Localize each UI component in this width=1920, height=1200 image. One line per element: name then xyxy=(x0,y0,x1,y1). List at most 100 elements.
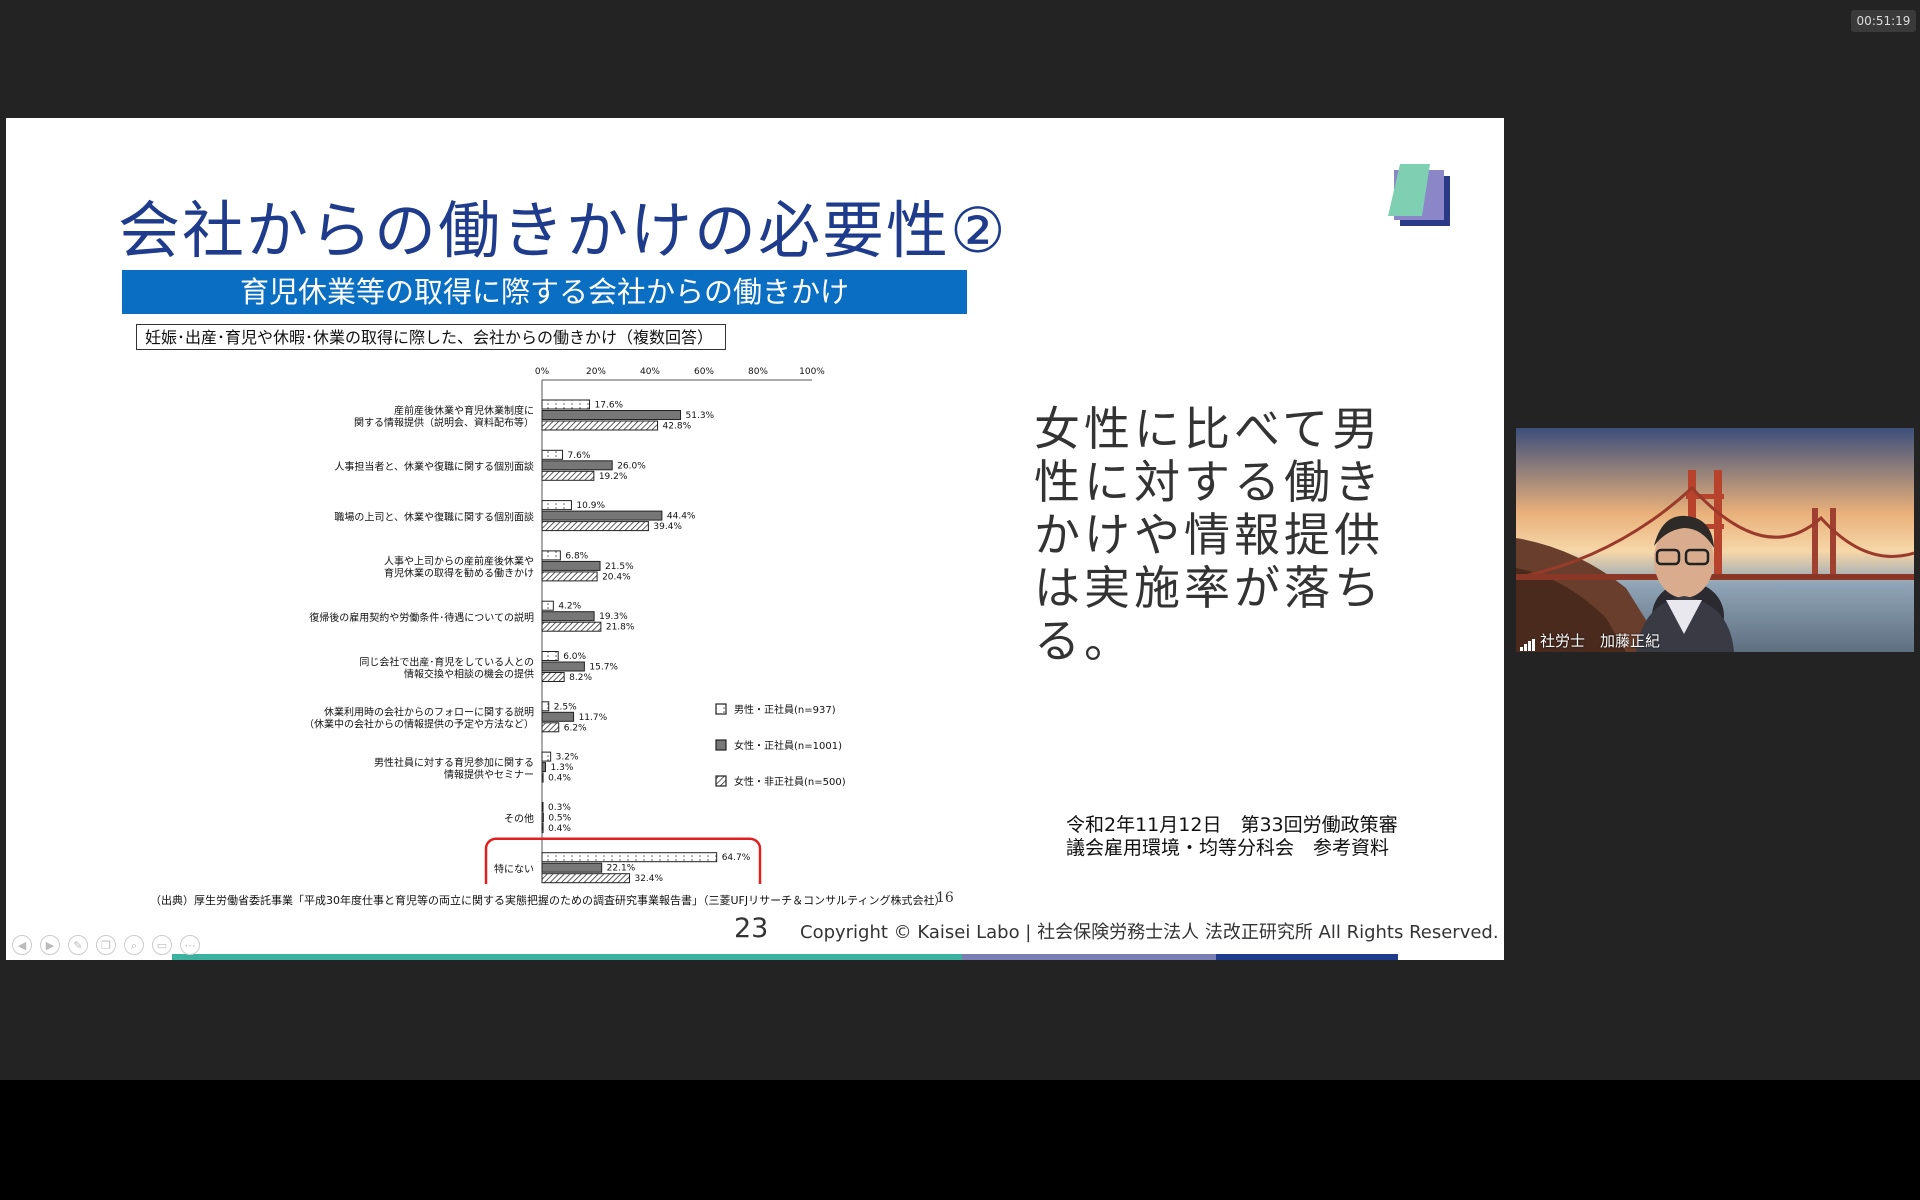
data-label: 64.7% xyxy=(722,853,751,863)
bar-3 xyxy=(541,621,602,632)
bar-1 xyxy=(541,550,561,561)
bar-2 xyxy=(541,762,547,773)
data-label: 17.6% xyxy=(595,401,624,411)
bar-3 xyxy=(541,521,649,532)
data-label: 0.3% xyxy=(548,803,571,813)
bar-3 xyxy=(541,722,560,733)
data-label: 32.4% xyxy=(634,874,663,884)
category-label: 同じ会社で出産･育児をしている人との xyxy=(359,655,534,668)
slide-page-number: 23 xyxy=(734,913,769,944)
category-label: 職場の上司と、休業や復職に関する個別面談 xyxy=(334,510,534,523)
copy-icon[interactable]: ❐ xyxy=(96,935,116,955)
screen-bottom-strip xyxy=(0,1080,1920,1200)
legend-label: 女性・正社員(n=1001) xyxy=(734,739,842,752)
inner-page-number: 16 xyxy=(936,890,954,906)
data-label: 0.4% xyxy=(548,824,571,834)
category-label: 情報交換や相談の機会の提供 xyxy=(404,667,534,680)
data-label: 22.1% xyxy=(607,864,636,874)
footer-bar-navy xyxy=(1216,954,1398,960)
bar-2 xyxy=(541,560,601,571)
bar-2 xyxy=(541,661,585,672)
bar-3 xyxy=(541,672,565,682)
footer-color-bar xyxy=(172,954,1398,960)
reference-line-1: 令和2年11月12日 第33回労働政策審 xyxy=(1066,814,1398,836)
slide-title: 会社からの働きかけの必要性② xyxy=(118,194,1008,267)
data-label: 20.4% xyxy=(602,572,631,582)
data-label: 15.7% xyxy=(589,663,618,673)
data-label: 21.8% xyxy=(606,623,635,633)
participant-name: 社労士 加藤正紀 xyxy=(1540,632,1661,650)
data-label: 4.2% xyxy=(558,602,581,612)
bar-1 xyxy=(541,600,554,611)
data-label: 42.8% xyxy=(663,422,692,432)
screen-icon[interactable]: ▭ xyxy=(152,935,172,955)
category-label: 特にない xyxy=(494,863,534,875)
pen-icon[interactable]: ✎ xyxy=(68,935,88,955)
bar-chart: 0% 20% 40% 60% 80% 100% 産前産後休業や育児休業制度に関する情報提供（… xyxy=(304,367,846,884)
legend-label: 女性・非正社員(n=500) xyxy=(734,775,846,788)
previous-slide-icon[interactable]: ◀ xyxy=(12,935,32,955)
bar-3 xyxy=(541,470,595,481)
category-label: 人事や上司からの産前産後休業や xyxy=(384,555,534,568)
chart-subtitle: 妊娠･出産･育児や休暇･休業の取得に際した、会社からの働きかけ（複数回答） xyxy=(136,324,726,350)
x-tick-label: 40% xyxy=(640,367,660,377)
data-label: 39.4% xyxy=(653,522,682,532)
bar-2 xyxy=(541,510,663,521)
bar-1 xyxy=(541,852,718,863)
legend-swatch xyxy=(715,739,727,751)
bar-1 xyxy=(541,801,544,812)
shared-slide: 会社からの働きかけの必要性② 育児休業等の取得に際する会社からの働きかけ 妊娠･… xyxy=(6,118,1504,960)
footer-bar-purple xyxy=(962,954,1216,960)
chart-source: （出典）厚生労働省委託事業「平成30年度仕事と育児等の両立に関する実態把握のため… xyxy=(150,894,946,907)
data-label: 44.4% xyxy=(667,512,696,522)
slide-toolbar: ◀ ▶ ✎ ❐ ⌕ ▭ ⋯ xyxy=(12,934,208,955)
participant-video[interactable]: 社労士 加藤正紀 xyxy=(1516,428,1914,652)
data-label: 10.9% xyxy=(576,501,605,511)
data-label: 6.0% xyxy=(563,652,586,662)
reference-line-2: 議会雇用環境・均等分科会 参考資料 xyxy=(1066,837,1390,859)
data-label: 3.2% xyxy=(556,753,579,763)
bar-1 xyxy=(541,751,552,762)
bar-1 xyxy=(541,449,564,460)
x-tick-label: 80% xyxy=(748,367,768,377)
copyright-text: Copyright © Kaisei Labo | 社会保険労務士法人 法改正研… xyxy=(800,922,1499,943)
elapsed-timer: 00:51:19 xyxy=(1851,10,1916,32)
legend-label: 男性・正社員(n=937) xyxy=(734,703,836,716)
bar-3 xyxy=(541,822,544,833)
bar-3 xyxy=(541,873,630,884)
data-label: 7.6% xyxy=(568,451,591,461)
brand-logo xyxy=(1388,164,1450,226)
slide-comment: 女性に比べて男性に対する働きかけや情報提供は実施率が落ちる。 xyxy=(1034,402,1384,668)
data-label: 2.5% xyxy=(554,702,577,712)
legend-swatch xyxy=(715,775,727,787)
data-label: 11.7% xyxy=(579,713,608,723)
data-label: 0.5% xyxy=(548,813,571,823)
data-label: 8.2% xyxy=(569,673,592,683)
category-label: その他 xyxy=(504,812,534,825)
chart-header: 育児休業等の取得に際する会社からの働きかけ xyxy=(122,270,967,314)
bar-1 xyxy=(541,500,572,511)
zoom-icon[interactable]: ⌕ xyxy=(124,935,144,955)
category-label: 復帰後の雇用契約や労働条件･待遇についての説明 xyxy=(309,611,534,624)
data-label: 21.5% xyxy=(605,562,634,572)
next-slide-icon[interactable]: ▶ xyxy=(40,935,60,955)
chart-panel: 育児休業等の取得に際する会社からの働きかけ 妊娠･出産･育児や休暇･休業の取得に… xyxy=(122,270,982,910)
more-icon[interactable]: ⋯ xyxy=(180,935,200,955)
bar-3 xyxy=(541,772,544,783)
participant-label: 社労士 加藤正紀 xyxy=(1520,630,1660,651)
category-label: 関する情報提供（説明会、資料配布等） xyxy=(354,416,534,429)
data-label: 19.2% xyxy=(599,472,628,482)
x-tick-label: 100% xyxy=(799,367,825,377)
category-label: （休業中の会社からの情報提供の予定や方法など） xyxy=(304,718,534,731)
data-label: 6.8% xyxy=(565,551,588,561)
bar-1 xyxy=(541,701,550,712)
bar-2 xyxy=(541,410,682,420)
footer-bar-teal xyxy=(172,954,962,960)
reference-note: 令和2年11月12日 第33回労働政策審 議会雇用環境・均等分科会 参考資料 xyxy=(1066,814,1398,860)
category-label: 休業利用時の会社からのフォローに関する説明 xyxy=(324,706,534,719)
category-label: 人事担当者と、休業や復職に関する個別面談 xyxy=(334,460,534,473)
category-label: 産前産後休業や育児休業制度に xyxy=(394,404,534,417)
x-tick-label: 60% xyxy=(694,367,714,377)
data-label: 51.3% xyxy=(686,411,715,421)
data-label: 6.2% xyxy=(564,723,587,733)
